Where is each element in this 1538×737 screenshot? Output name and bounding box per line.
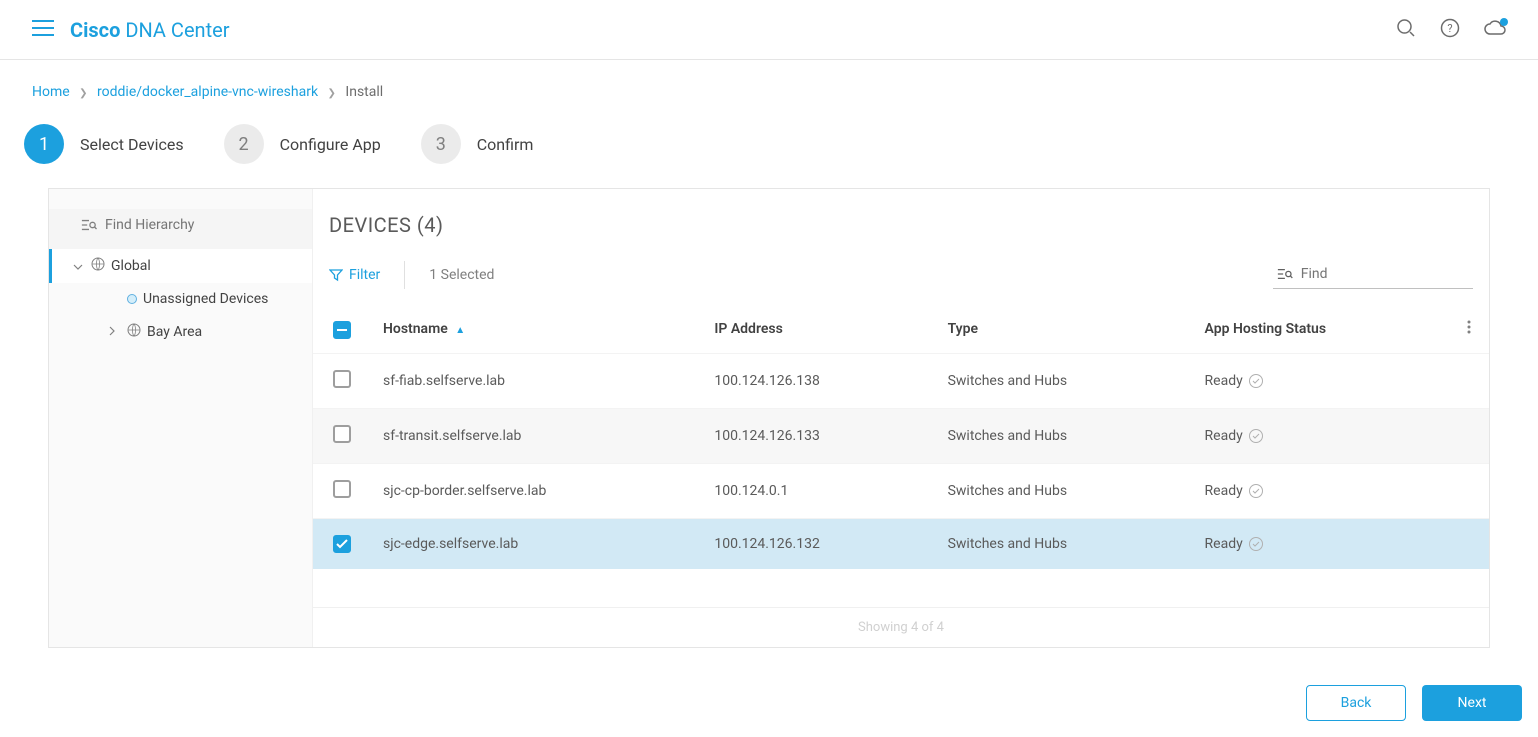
cell-hostname: sjc-edge.selfserve.lab xyxy=(367,519,698,570)
devices-toolbar: Filter 1 Selected xyxy=(313,257,1489,305)
col-ip[interactable]: IP Address xyxy=(698,305,931,354)
step-label: Confirm xyxy=(477,135,534,154)
find-box[interactable] xyxy=(1273,262,1473,289)
chevron-right-icon: ❯ xyxy=(328,88,336,99)
back-button[interactable]: Back xyxy=(1306,685,1406,721)
globe-icon xyxy=(91,257,105,275)
top-icons: ? xyxy=(1396,18,1506,42)
breadcrumb: Home ❯ roddie/docker_alpine-vnc-wireshar… xyxy=(0,60,1538,116)
tree-item-global[interactable]: Global xyxy=(49,249,312,283)
hamburger-icon[interactable] xyxy=(32,20,54,40)
check-circle-icon xyxy=(1249,374,1263,388)
row-checkbox[interactable] xyxy=(333,535,351,553)
hierarchy-search-input[interactable] xyxy=(105,217,296,233)
breadcrumb-current: Install xyxy=(345,84,383,100)
cell-status: Ready xyxy=(1189,464,1449,519)
cell-status: Ready xyxy=(1189,519,1449,570)
step-label: Configure App xyxy=(280,135,381,154)
bottom-nav: Back Next xyxy=(1306,685,1522,721)
tree-item-label: Bay Area xyxy=(147,324,202,340)
svg-text:?: ? xyxy=(1447,22,1452,35)
notification-dot xyxy=(1500,18,1508,26)
cell-hostname: sjc-cp-border.selfserve.lab xyxy=(367,464,698,519)
cell-type: Switches and Hubs xyxy=(932,354,1189,409)
top-header: Cisco DNA Center ? xyxy=(0,0,1538,60)
chevron-down-icon xyxy=(73,258,85,274)
step-circle: 2 xyxy=(224,124,264,164)
step-label: Select Devices xyxy=(80,135,184,154)
chevron-right-icon xyxy=(109,324,121,340)
table-row[interactable]: sf-fiab.selfserve.lab100.124.126.138Swit… xyxy=(313,354,1489,409)
devices-main: DEVICES (4) Filter 1 Selected xyxy=(313,189,1489,647)
cell-ip: 100.124.126.133 xyxy=(698,409,931,464)
hierarchy-sidebar: Global Unassigned Devices Bay Area xyxy=(49,189,313,647)
col-type[interactable]: Type xyxy=(932,305,1189,354)
find-input[interactable] xyxy=(1301,266,1469,282)
step-circle: 3 xyxy=(421,124,461,164)
next-button[interactable]: Next xyxy=(1422,685,1522,721)
check-circle-icon xyxy=(1249,537,1263,551)
col-hostname[interactable]: Hostname ▲ xyxy=(367,305,698,354)
select-all-checkbox[interactable] xyxy=(333,321,351,339)
row-checkbox[interactable] xyxy=(333,425,351,443)
breadcrumb-mid[interactable]: roddie/docker_alpine-vnc-wireshark xyxy=(97,84,318,100)
cell-ip: 100.124.0.1 xyxy=(698,464,931,519)
selected-count: 1 Selected xyxy=(429,267,494,283)
hierarchy-tree: Global Unassigned Devices Bay Area xyxy=(49,249,312,349)
tree-item-label: Global xyxy=(111,258,151,274)
breadcrumb-home[interactable]: Home xyxy=(32,84,70,100)
table-row[interactable]: sjc-edge.selfserve.lab100.124.126.132Swi… xyxy=(313,519,1489,570)
filter-icon xyxy=(329,268,343,282)
kebab-icon[interactable] xyxy=(1467,322,1471,338)
table-footer: Showing 4 of 4 xyxy=(313,607,1489,647)
cloud-icon[interactable] xyxy=(1484,20,1506,40)
divider xyxy=(404,261,405,289)
list-search-icon xyxy=(1277,267,1293,281)
content-panel: Global Unassigned Devices Bay Area xyxy=(48,188,1490,648)
step-circle: 1 xyxy=(24,124,64,164)
stepper: 1 Select Devices 2 Configure App 3 Confi… xyxy=(0,116,1538,188)
chevron-right-icon: ❯ xyxy=(79,88,87,99)
check-circle-icon xyxy=(1249,429,1263,443)
table-row[interactable]: sf-transit.selfserve.lab100.124.126.133S… xyxy=(313,409,1489,464)
check-circle-icon xyxy=(1249,484,1263,498)
brand-dna: DNA Center xyxy=(125,18,229,42)
tree-item-unassigned[interactable]: Unassigned Devices xyxy=(85,283,312,315)
cell-hostname: sf-transit.selfserve.lab xyxy=(367,409,698,464)
list-search-icon xyxy=(81,218,97,232)
step-confirm[interactable]: 3 Confirm xyxy=(421,124,534,164)
radio-icon xyxy=(127,294,137,304)
brand-cisco: Cisco xyxy=(70,18,120,42)
tree-item-bay-area[interactable]: Bay Area xyxy=(85,315,312,349)
col-status[interactable]: App Hosting Status xyxy=(1189,305,1449,354)
help-icon[interactable]: ? xyxy=(1440,18,1460,42)
building-icon xyxy=(127,323,141,341)
row-checkbox[interactable] xyxy=(333,480,351,498)
sort-asc-icon: ▲ xyxy=(455,325,465,336)
filter-label: Filter xyxy=(349,267,380,283)
search-icon[interactable] xyxy=(1396,18,1416,42)
tree-item-label: Unassigned Devices xyxy=(143,291,268,307)
table-row[interactable]: sjc-cp-border.selfserve.lab100.124.0.1Sw… xyxy=(313,464,1489,519)
filter-button[interactable]: Filter xyxy=(329,267,380,283)
devices-table: Hostname ▲ IP Address Type App Hosting S… xyxy=(313,305,1489,569)
step-select-devices[interactable]: 1 Select Devices xyxy=(24,124,184,164)
row-checkbox[interactable] xyxy=(333,370,351,388)
cell-status: Ready xyxy=(1189,409,1449,464)
cell-ip: 100.124.126.138 xyxy=(698,354,931,409)
cell-type: Switches and Hubs xyxy=(932,464,1189,519)
cell-status: Ready xyxy=(1189,354,1449,409)
hierarchy-search[interactable] xyxy=(49,209,312,249)
cell-type: Switches and Hubs xyxy=(932,409,1189,464)
devices-title: DEVICES (4) xyxy=(313,209,1489,257)
brand-logo[interactable]: Cisco DNA Center xyxy=(70,18,230,42)
cell-ip: 100.124.126.132 xyxy=(698,519,931,570)
cell-hostname: sf-fiab.selfserve.lab xyxy=(367,354,698,409)
cell-type: Switches and Hubs xyxy=(932,519,1189,570)
step-configure-app[interactable]: 2 Configure App xyxy=(224,124,381,164)
